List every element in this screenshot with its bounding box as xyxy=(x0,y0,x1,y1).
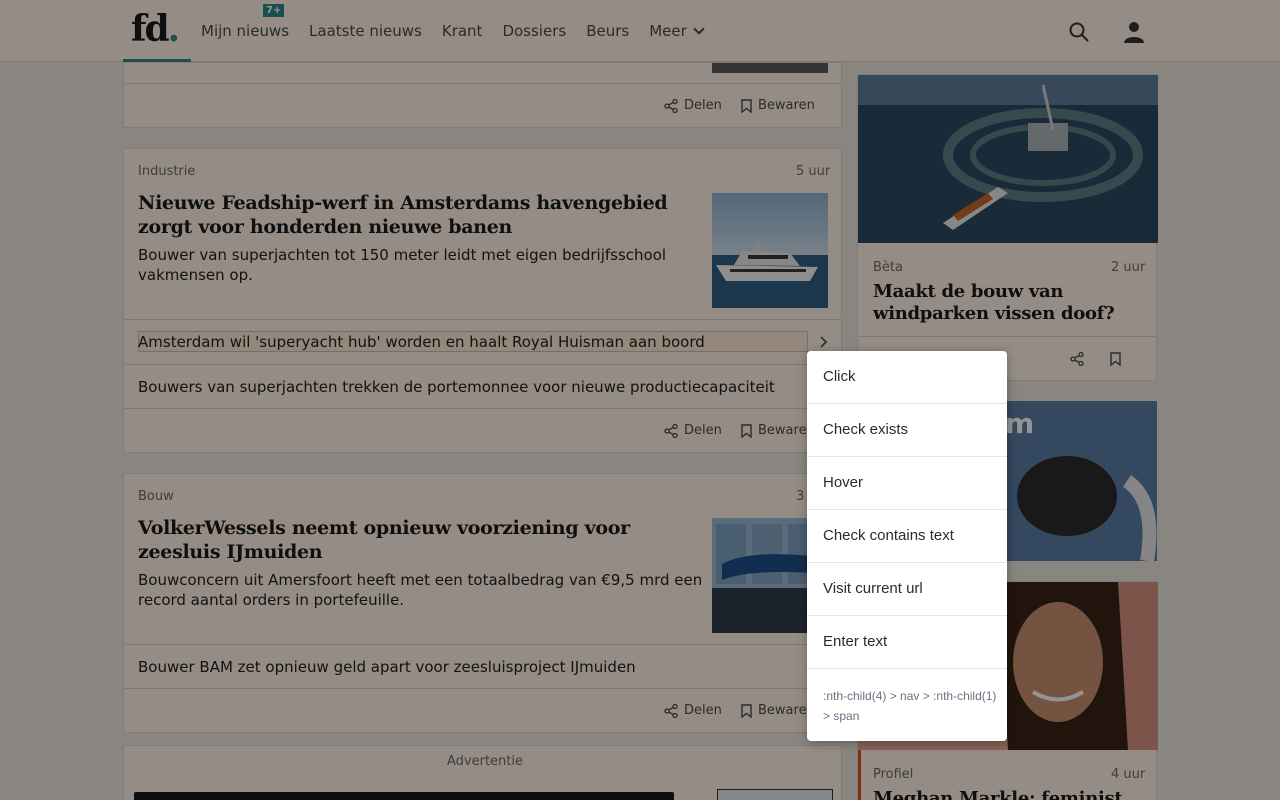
menu-item-check-contains-text[interactable]: Check contains text xyxy=(807,510,1007,563)
menu-item-enter-text[interactable]: Enter text xyxy=(807,616,1007,669)
action-context-menu: Click Check exists Hover Check contains … xyxy=(807,351,1007,741)
menu-item-check-exists[interactable]: Check exists xyxy=(807,404,1007,457)
menu-item-hover[interactable]: Hover xyxy=(807,457,1007,510)
menu-item-click[interactable]: Click xyxy=(807,351,1007,404)
menu-item-visit-current-url[interactable]: Visit current url xyxy=(807,563,1007,616)
css-selector-text: :nth-child(4) > nav > :nth-child(1) > sp… xyxy=(823,689,997,723)
dim-overlay xyxy=(0,0,1280,800)
